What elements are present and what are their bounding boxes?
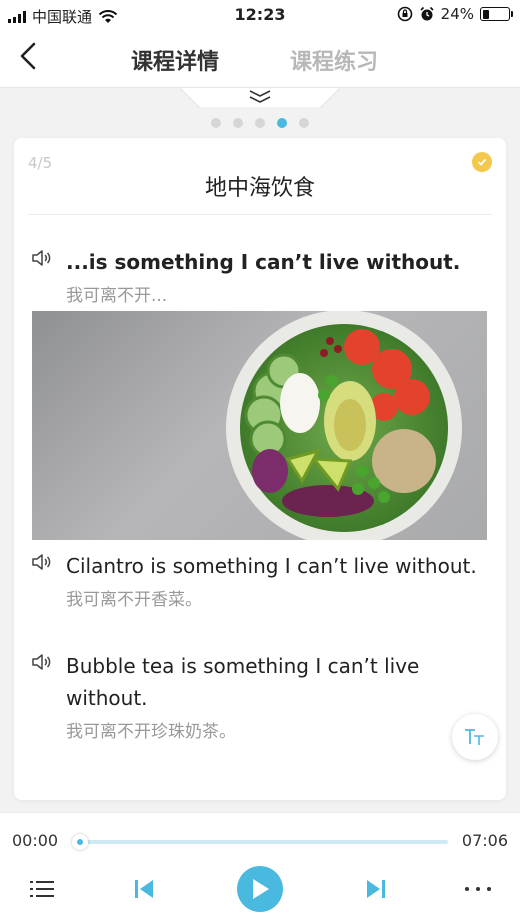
tab-course-detail[interactable]: 课程详情 [131,44,219,76]
sentence-item[interactable]: Bubble tea is something I can’t live wit… [30,650,446,746]
nav-header: 课程详情 课程练习 [0,30,520,88]
sentence-chinese: 我可离不开... [66,286,168,306]
play-button[interactable] [237,866,283,912]
playlist-button[interactable] [28,869,56,909]
check-badge-icon [472,152,492,172]
speaker-icon[interactable] [30,550,54,574]
page-dot[interactable] [299,118,309,128]
page-dot[interactable] [233,118,243,128]
previous-button[interactable] [128,869,160,909]
font-size-button[interactable] [452,714,498,760]
speaker-icon[interactable] [30,246,54,270]
collapse-handle[interactable] [180,88,340,108]
current-time: 00:00 [12,831,59,850]
battery-icon [480,7,513,21]
page-dot[interactable] [255,118,265,128]
speaker-icon[interactable] [30,650,54,674]
status-bar: 中国联通 12:23 24% [0,0,520,30]
orientation-lock-icon [397,6,412,22]
battery-percent: 24% [440,5,474,23]
list-icon [30,881,54,897]
audio-player: 00:00 07:06 [0,812,520,924]
status-right: 24% [397,5,513,23]
battery-fill [482,9,489,19]
total-time: 07:06 [461,831,508,850]
title-divider [28,214,492,215]
page-dot[interactable] [277,118,287,128]
alarm-icon [420,6,434,21]
back-arrow-icon[interactable] [12,38,48,74]
salad-bowl-image [32,311,487,540]
skip-back-icon [135,880,153,898]
sentence-chinese: 我可离不开香菜。 [66,590,202,610]
sentence-item[interactable]: Cilantro is something I can’t live witho… [30,550,477,614]
lesson-title: 地中海饮食 [204,176,315,201]
text-size-icon [465,729,484,745]
sentence-english: Bubble tea is something I can’t live wit… [66,654,420,710]
sentence-item[interactable]: ...is something I can’t live without. 我可… [30,246,460,310]
skip-forward-icon [367,880,385,898]
progress-thumb[interactable] [72,834,88,850]
more-button[interactable] [462,869,494,909]
sentence-chinese: 我可离不开珍珠奶茶。 [66,722,236,742]
lesson-card: 4/5 地中海饮食 ...is something I can’t live w… [14,138,506,800]
sentence-english: ...is something I can’t live without. [66,250,461,274]
sentence-english: Cilantro is something I can’t live witho… [66,554,477,578]
tab-course-practice[interactable]: 课程练习 [290,44,378,76]
progress-track[interactable] [76,840,448,844]
page-dot[interactable] [211,118,221,128]
next-button[interactable] [360,869,392,909]
page-indicator [0,118,520,128]
more-icon [465,887,491,891]
play-icon [253,879,269,899]
